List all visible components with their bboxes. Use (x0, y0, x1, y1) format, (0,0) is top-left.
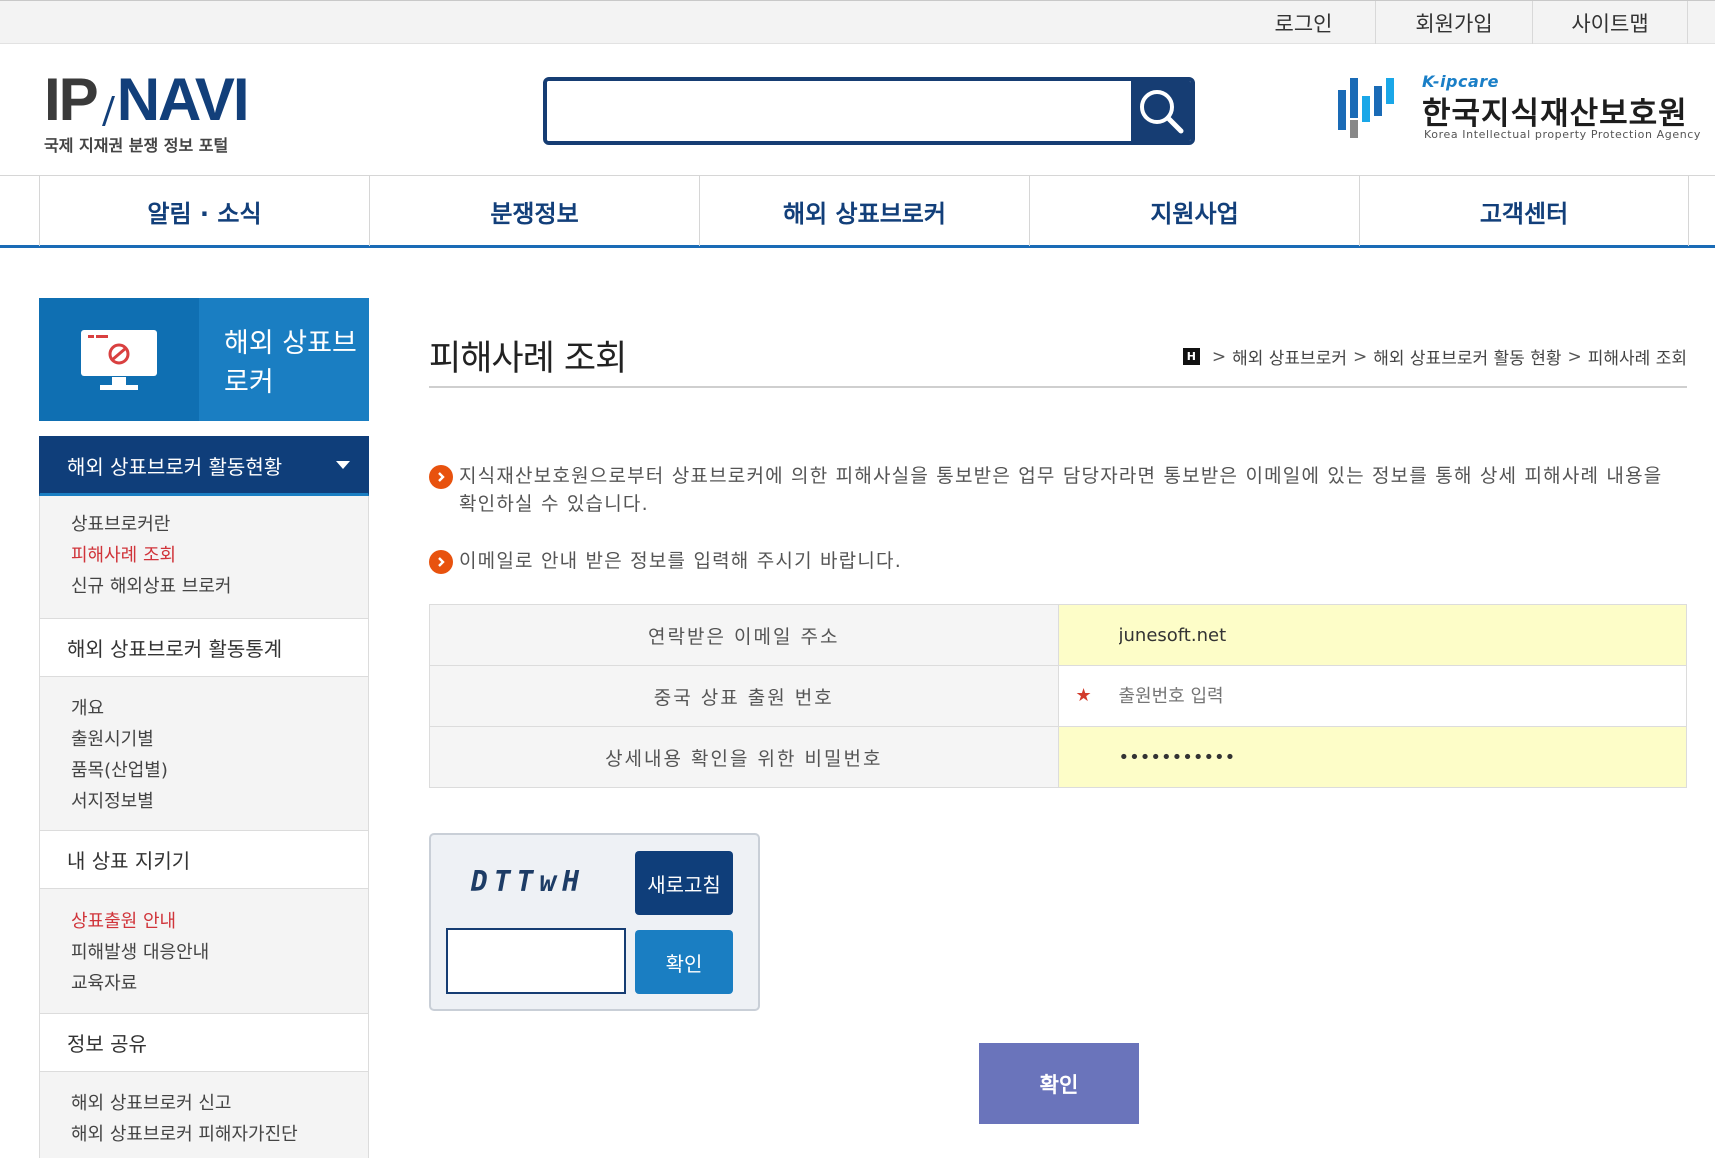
sitemap-link[interactable]: 사이트맵 (1532, 1, 1688, 45)
sidebar-item-broker-intro[interactable]: 상표브로커란 (71, 509, 368, 540)
captcha-box: DTTwH 새로고침 확인 (429, 833, 760, 1011)
gnb-item-news[interactable]: 알림 · 소식 (39, 176, 369, 246)
logo-subtitle: 국제 지재권 분쟁 정보 포털 (44, 136, 229, 155)
form-row-app-no: 중국 상표 출원 번호 ★ (430, 666, 1687, 727)
notice-text: 이메일로 안내 받은 정보를 입력해 주시기 바랍니다. (459, 550, 902, 572)
app-no-field[interactable] (1116, 666, 1657, 726)
agency-english-name: Korea Intellectual property Protection A… (1424, 128, 1702, 141)
sidebar-section-activity-status[interactable]: 해외 상표브로커 활동현황 (39, 436, 369, 496)
required-star-icon: ★ (1075, 685, 1092, 706)
sidebar-item-by-bibliography[interactable]: 서지정보별 (71, 786, 368, 817)
sidebar-submenu-info-share: 해외 상표브로커 신고 해외 상표브로커 피해자가진단 (39, 1072, 369, 1158)
sidebar-section-label: 해외 상표브로커 활동통계 (67, 637, 283, 661)
sidebar-submenu-activity-status: 상표브로커란 피해사례 조회 신규 해외상표 브로커 (39, 496, 369, 618)
search-input[interactable] (547, 81, 1131, 141)
submit-button[interactable]: 확인 (979, 1043, 1139, 1124)
monitor-icon (81, 329, 157, 390)
sidebar-banner: 해외 상표브로커 (39, 298, 369, 421)
form-row-email: 연락받은 이메일 주소 (430, 605, 1687, 666)
sidebar-item-damage-lookup[interactable]: 피해사례 조회 (71, 540, 368, 571)
email-field[interactable] (1116, 605, 1657, 665)
captcha-confirm-button[interactable]: 확인 (635, 930, 733, 994)
sidebar-submenu-activity-stats: 개요 출원시기별 품목(산업별) 서지정보별 (39, 677, 369, 830)
sidebar-submenu-protect-trademark: 상표출원 안내 피해발생 대응안내 교육자료 (39, 889, 369, 1013)
sidebar-item-education[interactable]: 교육자료 (71, 968, 368, 999)
search-button[interactable] (1131, 81, 1191, 141)
email-label: 연락받은 이메일 주소 (430, 605, 1059, 665)
sidebar-item-report-broker[interactable]: 해외 상표브로커 신고 (71, 1088, 368, 1119)
sidebar-section-label: 해외 상표브로커 활동현황 (67, 454, 283, 479)
top-utility-bar: 로그인 회원가입 사이트맵 (0, 0, 1715, 45)
gnb-item-customer-center[interactable]: 고객센터 (1359, 176, 1689, 246)
sidebar-item-damage-response[interactable]: 피해발생 대응안내 (71, 937, 368, 968)
captcha-input[interactable] (446, 928, 626, 994)
chevron-bullet-icon (429, 550, 453, 574)
search-icon (1140, 90, 1184, 134)
form-row-password: 상세내용 확인을 위한 비밀번호 (430, 727, 1687, 788)
captcha-image: DTTwH (470, 864, 586, 898)
sidebar-banner-title: 해외 상표브로커 (224, 327, 357, 398)
breadcrumb-item-current: 피해사례 조회 (1587, 349, 1687, 369)
logo-slash-icon (101, 96, 115, 126)
notice-text: 지식재산보호원으로부터 상표브로커에 의한 피해사실을 통보받은 업무 담당자라… (459, 465, 1663, 515)
password-label: 상세내용 확인을 위한 비밀번호 (430, 727, 1059, 787)
notice-enter-info: 이메일로 안내 받은 정보를 입력해 주시기 바랍니다. (429, 547, 1687, 575)
sidebar-section-activity-stats[interactable]: 해외 상표브로커 활동통계 (39, 618, 369, 677)
home-icon[interactable]: H (1182, 348, 1200, 365)
main-navigation: 알림 · 소식 분쟁정보 해외 상표브로커 지원사업 고객센터 (0, 175, 1715, 248)
sidebar-section-info-share[interactable]: 정보 공유 (39, 1013, 369, 1072)
sidebar-item-self-diagnosis[interactable]: 해외 상표브로커 피해자가진단 (71, 1119, 368, 1150)
join-link[interactable]: 회원가입 (1375, 1, 1532, 45)
gnb-item-dispute-info[interactable]: 분쟁정보 (369, 176, 699, 246)
sidebar-section-protect-trademark[interactable]: 내 상표 지키기 (39, 830, 369, 889)
password-field[interactable] (1116, 727, 1657, 787)
caret-down-icon (336, 461, 350, 469)
breadcrumb: H > 해외 상표브로커 > 해외 상표브로커 활동 현황 > 피해사례 조회 (1182, 344, 1687, 369)
breadcrumb-item[interactable]: 해외 상표브로커 (1232, 344, 1347, 369)
search-box (543, 77, 1195, 145)
sidebar-section-label: 내 상표 지키기 (67, 849, 191, 873)
ip-navi-logo[interactable]: IP NAVI 국제 지재권 분쟁 정보 포털 (44, 70, 264, 160)
gnb-item-trademark-broker[interactable]: 해외 상표브로커 (699, 176, 1029, 246)
chevron-right-icon: > (1352, 346, 1368, 367)
logo-ip-text: IP (44, 66, 99, 133)
chevron-right-icon: > (1567, 346, 1582, 367)
page-title: 피해사례 조회 (429, 339, 627, 379)
kipa-logo[interactable]: K-ipcare 한국지식재산보호원 Korea Intellectual pr… (1336, 72, 1700, 144)
gnb-item-support[interactable]: 지원사업 (1029, 176, 1359, 246)
email-field-cell (1058, 605, 1687, 665)
agency-name: 한국지식재산보호원 (1422, 96, 1688, 132)
kipa-emblem-icon (1338, 78, 1394, 138)
sidebar-item-by-period[interactable]: 출원시기별 (71, 724, 368, 755)
lookup-form-table: 연락받은 이메일 주소 중국 상표 출원 번호 ★ 상세내용 확인을 위한 비밀… (429, 604, 1687, 788)
captcha-refresh-button[interactable]: 새로고침 (635, 851, 733, 915)
password-field-cell (1058, 727, 1687, 787)
sidebar-item-overview[interactable]: 개요 (71, 693, 368, 724)
breadcrumb-item[interactable]: 해외 상표브로커 활동 현황 (1373, 344, 1561, 369)
sidebar-item-by-industry[interactable]: 품목(산업별) (71, 755, 368, 786)
sidebar-item-filing-guide[interactable]: 상표출원 안내 (71, 906, 368, 937)
app-no-label: 중국 상표 출원 번호 (430, 666, 1059, 726)
chevron-bullet-icon (429, 465, 453, 489)
app-no-field-cell: ★ (1059, 666, 1687, 726)
sidebar-section-label: 정보 공유 (67, 1032, 147, 1056)
site-header: IP NAVI 국제 지재권 분쟁 정보 포털 K-ipcare 한국지식재산보… (0, 44, 1715, 175)
login-link[interactable]: 로그인 (1232, 1, 1375, 45)
notice-damage-info: 지식재산보호원으로부터 상표브로커에 의한 피해사실을 통보받은 업무 담당자라… (429, 462, 1687, 518)
chevron-right-icon: > (1211, 346, 1227, 367)
logo-navi-text: NAVI (116, 66, 250, 133)
title-divider (429, 386, 1687, 388)
sidebar-item-new-broker[interactable]: 신규 해외상표 브로커 (71, 571, 368, 602)
